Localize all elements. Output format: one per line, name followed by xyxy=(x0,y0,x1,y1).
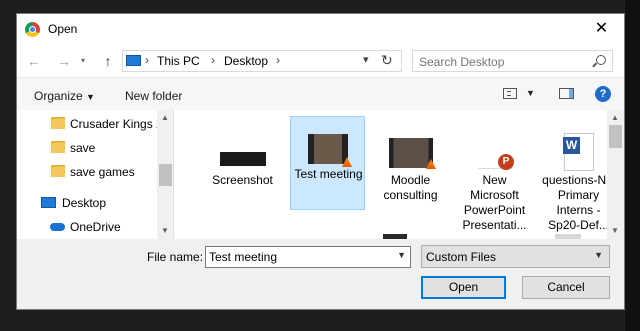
file-type-value: Custom Files xyxy=(426,250,497,264)
chevron-down-icon[interactable]: ▼ xyxy=(397,250,406,260)
open-button[interactable]: Open xyxy=(421,276,506,299)
file-item-word-doc[interactable]: W questions-ND Primary Interns - Sp20-De… xyxy=(541,116,607,232)
file-item-screenshot[interactable]: Screenshot xyxy=(205,116,280,210)
search-icon[interactable] xyxy=(596,55,606,65)
chevron-right-icon: › xyxy=(145,53,149,67)
arrow-right-icon[interactable]: → xyxy=(55,53,73,69)
file-type-select[interactable]: Custom Files ▼ xyxy=(421,245,610,268)
sidebar-item-label: Desktop xyxy=(62,196,107,210)
chevron-right-icon: › xyxy=(276,53,280,67)
sidebar-item-save[interactable]: save xyxy=(17,137,157,159)
sidebar-item-onedrive[interactable]: OneDrive xyxy=(17,216,157,238)
close-icon[interactable]: ✕ xyxy=(579,14,624,45)
file-label: Test meeting xyxy=(294,167,363,181)
arrow-left-icon[interactable]: ← xyxy=(25,53,43,69)
address-bar[interactable]: › This PC › Desktop › ▾ ↻ xyxy=(122,50,402,72)
open-dialog: Open ✕ ← → ▾ ↑ › This PC › Desktop › ▾ ↻… xyxy=(16,13,625,310)
sidebar-item-label: save xyxy=(70,141,96,155)
arrow-up-icon[interactable]: ↑ xyxy=(99,53,117,69)
refresh-icon[interactable]: ↻ xyxy=(381,52,393,69)
file-item-moodle-consulting[interactable]: Moodle consulting xyxy=(373,116,448,210)
file-name-input[interactable] xyxy=(209,249,389,265)
navigation-pane: Crusader Kings 2 save save games Desktop… xyxy=(17,110,157,239)
file-name-combobox[interactable]: ▼ xyxy=(205,246,411,268)
search-input[interactable] xyxy=(417,53,591,71)
cancel-button[interactable]: Cancel xyxy=(522,276,610,299)
scroll-down-icon[interactable]: ▼ xyxy=(161,226,169,235)
view-options-icon[interactable] xyxy=(503,88,517,99)
scroll-up-icon[interactable]: ▲ xyxy=(611,113,619,122)
organize-button[interactable]: Organize ▼ xyxy=(34,89,95,103)
file-item-powerpoint[interactable]: P New Microsoft PowerPoint Presentati... xyxy=(457,116,532,232)
chevron-down-icon[interactable]: ▾ xyxy=(363,53,369,66)
file-item-test-meeting[interactable]: Test meeting xyxy=(290,116,365,210)
file-list-scrollbar[interactable]: ▲ ▼ xyxy=(607,110,624,239)
file-thumbnail-next-row xyxy=(383,234,407,239)
video-thumbnail xyxy=(388,138,433,168)
organize-label: Organize xyxy=(34,89,83,103)
navigation-scrollbar[interactable]: ▲ ▼ xyxy=(157,110,174,239)
chevron-right-icon: › xyxy=(211,53,215,67)
sidebar-item-label: save games xyxy=(70,165,135,179)
scroll-down-icon[interactable]: ▼ xyxy=(611,226,619,235)
scroll-up-icon[interactable]: ▲ xyxy=(161,113,169,122)
background-window xyxy=(625,0,640,331)
dialog-title: Open xyxy=(48,22,78,36)
word-icon: W xyxy=(563,137,580,154)
title-bar: Open ✕ xyxy=(17,14,624,45)
preview-pane-icon[interactable] xyxy=(559,88,574,99)
file-name-label: File name: xyxy=(147,250,204,264)
command-bar: Organize ▼ New folder ▼ ? xyxy=(17,77,624,111)
breadcrumb-desktop[interactable]: Desktop xyxy=(224,54,268,68)
scrollbar-thumb[interactable] xyxy=(159,164,172,186)
scrollbar-thumb[interactable] xyxy=(609,125,622,148)
breadcrumb-this-pc[interactable]: This PC xyxy=(157,54,200,68)
file-label: questions-ND Primary Interns - Sp20-Def.… xyxy=(542,173,607,232)
sidebar-item-label: Crusader Kings 2 xyxy=(70,117,157,131)
help-icon[interactable]: ? xyxy=(595,86,611,102)
powerpoint-icon: P xyxy=(498,154,514,170)
search-box[interactable] xyxy=(412,50,613,72)
file-thumbnail-next-row xyxy=(555,234,581,239)
sidebar-item-label: OneDrive xyxy=(70,220,121,234)
folder-icon xyxy=(51,141,65,153)
cloud-icon xyxy=(50,223,65,231)
folder-icon xyxy=(51,117,65,129)
this-pc-icon xyxy=(126,55,141,66)
chrome-icon xyxy=(25,22,40,37)
sidebar-item-save-games[interactable]: save games xyxy=(17,161,157,183)
new-folder-button[interactable]: New folder xyxy=(125,89,182,103)
folder-icon xyxy=(51,165,65,177)
sidebar-item-crusader-kings-2[interactable]: Crusader Kings 2 xyxy=(17,113,157,135)
chevron-down-icon: ▼ xyxy=(594,250,603,260)
file-list: Screenshot Test meeting Moodle consultin… xyxy=(174,110,607,239)
image-thumbnail xyxy=(219,152,266,166)
chevron-down-icon[interactable]: ▼ xyxy=(526,88,535,98)
navigation-bar: ← → ▾ ↑ › This PC › Desktop › ▾ ↻ xyxy=(17,45,624,77)
file-label: Moodle consulting xyxy=(383,173,438,202)
sidebar-item-desktop[interactable]: Desktop xyxy=(17,192,157,214)
file-label: New Microsoft PowerPoint Presentati... xyxy=(462,173,527,232)
chevron-down-icon[interactable]: ▾ xyxy=(74,53,92,69)
video-thumbnail xyxy=(307,134,348,164)
file-label: Screenshot xyxy=(212,173,273,187)
desktop-icon xyxy=(41,197,56,208)
chevron-down-icon: ▼ xyxy=(86,92,95,102)
